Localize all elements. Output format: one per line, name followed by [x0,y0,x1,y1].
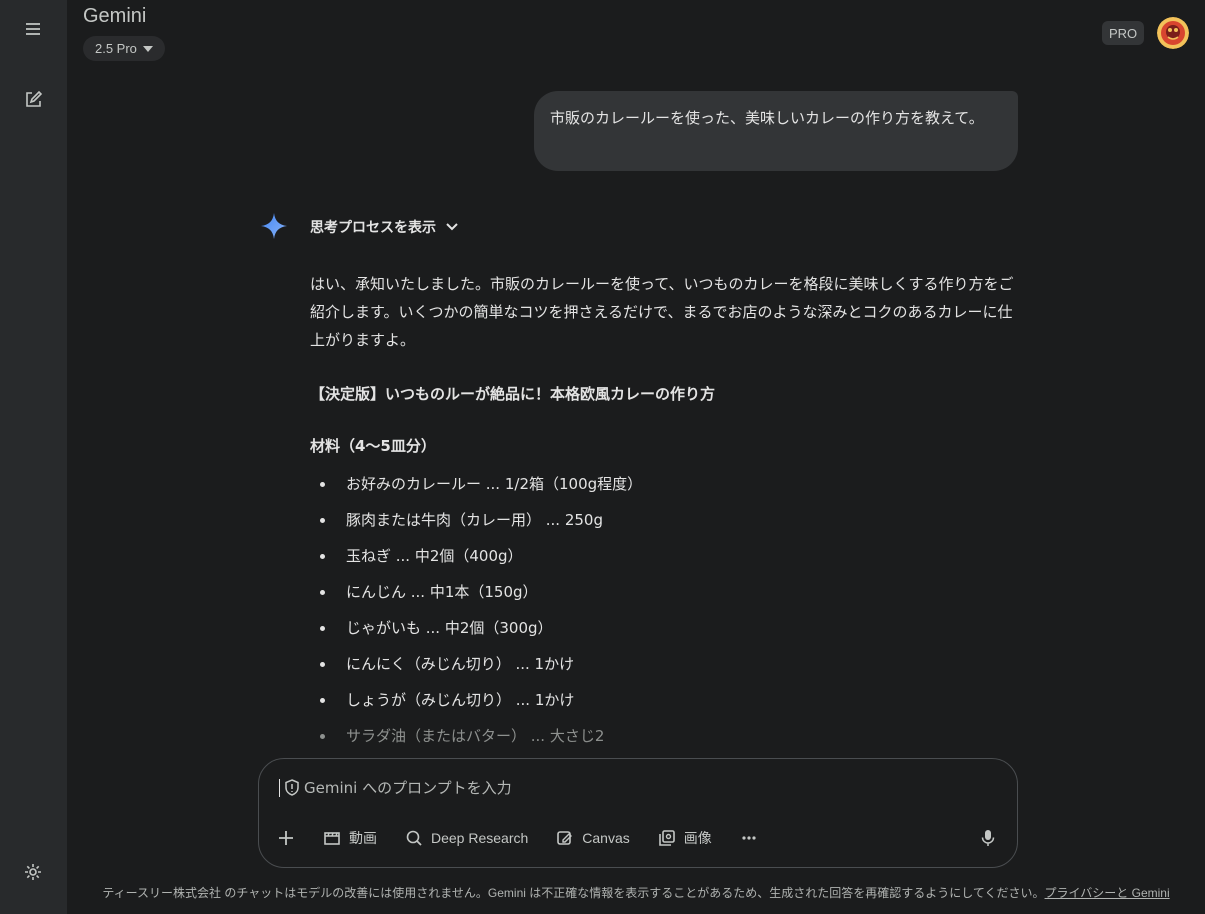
deep-research-label: Deep Research [431,830,529,846]
deep-research-button[interactable]: Deep Research [405,829,528,847]
response-intro: はい、承知いたしました。市販のカレールーを使って、いつものカレーを格段に美味しく… [310,275,1014,349]
main-menu-button[interactable] [13,9,53,49]
image-icon [658,830,675,846]
new-chat-button[interactable] [13,80,53,120]
thinking-label: 思考プロセスを表示 [310,220,436,236]
privacy-link[interactable]: プライバシーと Gemini [1045,886,1170,900]
plus-icon [279,831,293,845]
canvas-button[interactable]: Canvas [556,829,630,847]
text-caret [279,778,280,797]
video-label: 動画 [349,830,377,846]
list-item: しょうが（みじん切り） ... 1かけ [310,682,1018,718]
add-button[interactable] [277,829,295,847]
ingredients-heading: 材料（4〜5皿分） [310,437,436,455]
caret-down-icon [142,45,153,52]
gemini-spark-icon [261,213,287,239]
disclaimer-footer: ティースリー株式会社 のチャットはモデルの改善には使用されません。Gemini … [67,884,1205,901]
model-label: 2.5 Pro [95,41,137,56]
list-item: にんじん ... 中1本（150g） [310,574,1018,610]
microphone-icon[interactable] [979,829,997,847]
show-thinking-toggle[interactable]: 思考プロセスを表示 [310,216,458,238]
deep-research-icon [406,830,422,846]
list-item: お好みのカレールー ... 1/2箱（100g程度） [310,466,1018,502]
canvas-label: Canvas [582,830,630,846]
chevron-down-icon [446,223,458,231]
user-message: 市販のカレールーを使った、美味しいカレーの作り方を教えて。 [534,91,1018,171]
settings-button[interactable] [13,852,53,892]
sidebar [0,0,67,914]
video-icon [324,832,340,845]
input-toolbar: 動画 Deep Research Canvas 画像 [277,825,786,851]
ingredients-list: お好みのカレールー ... 1/2箱（100g程度） 豚肉または牛肉（カレー用）… [310,466,1018,754]
more-horiz-icon [742,836,756,840]
more-tools-button[interactable] [740,829,758,847]
response-body: はい、承知いたしました。市販のカレールーを使って、いつものカレーを格段に美味しく… [310,270,1018,754]
model-selector[interactable]: 2.5 Pro [83,36,165,61]
video-tool-button[interactable]: 動画 [323,828,377,848]
list-item: 玉ねぎ ... 中2個（400g） [310,538,1018,574]
prompt-input-box[interactable]: Gemini へのプロンプトを入力 動画 Deep Research Canva… [258,758,1018,868]
edit-icon [26,90,43,107]
canvas-icon [557,831,573,845]
list-item: じゃがいも ... 中2個（300g） [310,610,1018,646]
list-item: 豚肉または牛肉（カレー用） ... 250g [310,502,1018,538]
image-tool-button[interactable]: 画像 [658,828,712,848]
gear-icon [25,864,41,880]
menu-icon [26,23,40,35]
plan-badge: PRO [1102,21,1145,45]
prompt-placeholder: Gemini へのプロンプトを入力 [304,779,512,797]
avatar-image [1157,17,1189,49]
shield-icon [285,779,299,796]
app-title: Gemini [83,5,147,27]
prompt-input[interactable]: Gemini へのプロンプトを入力 [279,777,512,798]
user-avatar[interactable] [1157,17,1189,49]
image-label: 画像 [683,830,712,846]
disclaimer-text: ティースリー株式会社 のチャットはモデルの改善には使用されません。Gemini … [102,886,1045,900]
list-item: にんにく（みじん切り） ... 1かけ [310,646,1018,682]
response-heading: 【決定版】いつものルーが絶品に！本格欧風カレーの作り方 [310,385,716,403]
